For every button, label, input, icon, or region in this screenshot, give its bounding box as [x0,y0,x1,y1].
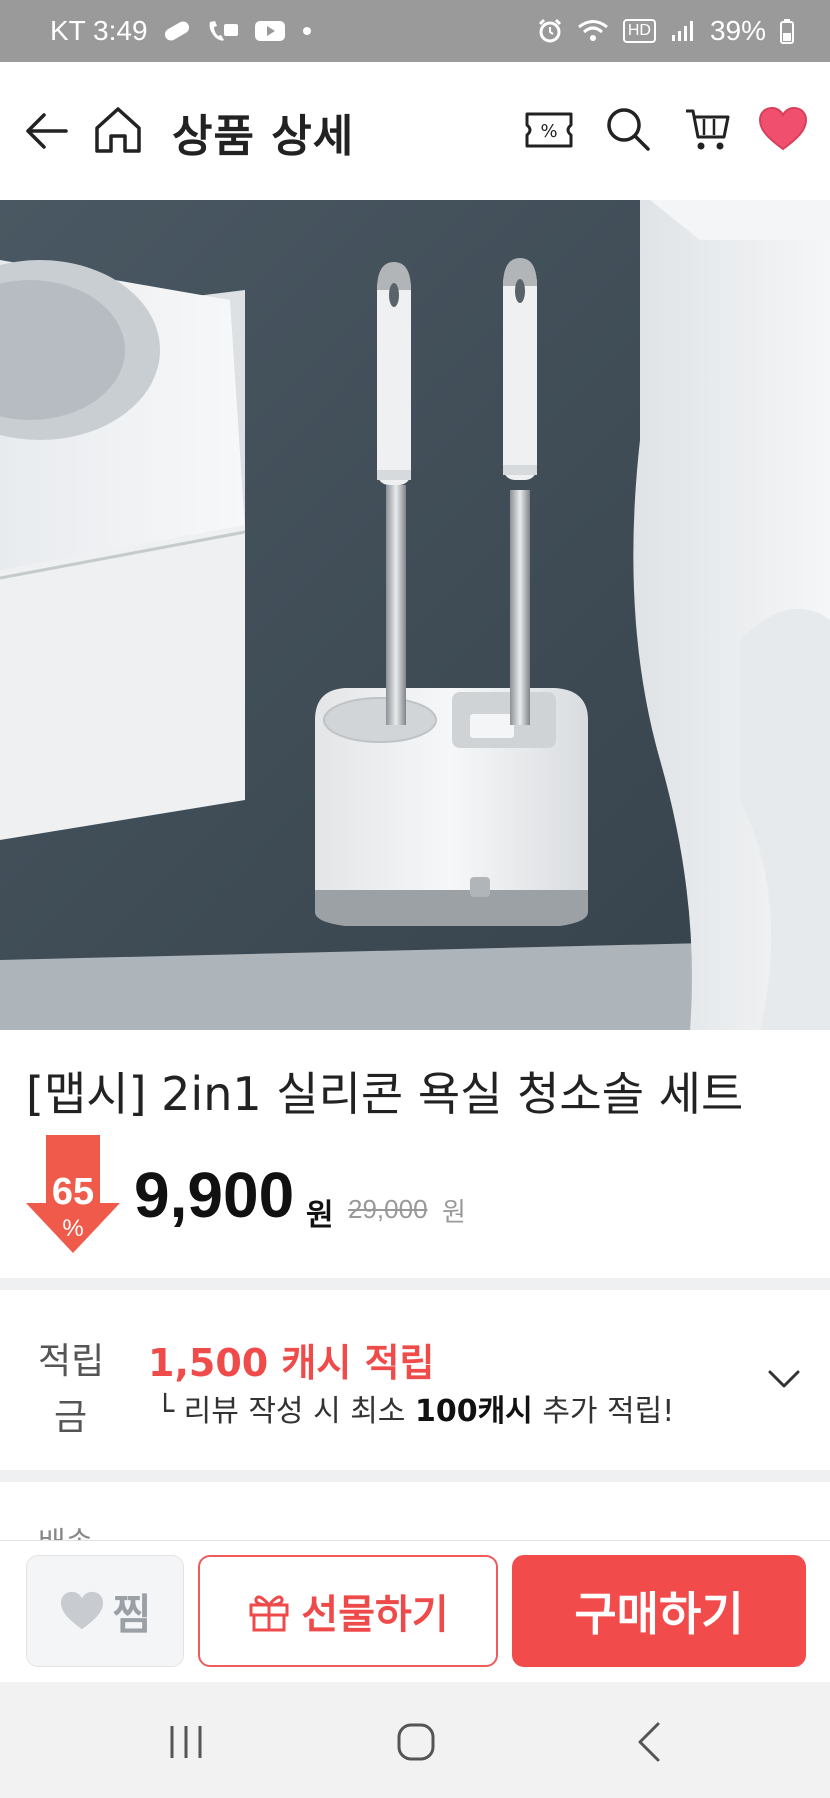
battery-icon [780,18,794,44]
signal-icon [670,19,696,43]
chevron-down-icon[interactable] [766,1364,802,1394]
hd-icon: HD [622,19,656,43]
home-icon[interactable] [92,104,144,156]
back-arrow-icon[interactable] [22,107,70,155]
buy-label: 구매하기 [574,1587,744,1641]
battery-text: 39% [709,15,766,46]
cash-note-suffix: 추가 적립! [532,1394,675,1429]
section-divider [0,1470,830,1482]
notification-dot-icon [300,24,314,38]
cash-note-bold: 100캐시 [414,1394,533,1429]
search-icon[interactable] [604,105,652,153]
sale-price: 9,900 [134,1159,295,1231]
status-time: KT 3:49 [50,15,148,46]
heart-icon [60,1591,103,1630]
product-title: [맵시] 2in1 실리콘 욕실 청소솔 세트 [26,1067,744,1121]
shipping-label: 배송 [38,1518,93,1542]
alarm-icon [537,18,563,44]
recent-apps-icon[interactable] [166,1722,206,1762]
status-left: KT 3:49 [50,15,314,47]
discount-percent-sign: % [62,1215,84,1242]
wish-label: 찜 [112,1589,152,1639]
section-divider [0,1278,830,1290]
cash-label-line2: 금 [54,1397,88,1438]
wish-button[interactable]: 찜 [26,1555,184,1667]
gift-label: 선물하기 [301,1592,449,1638]
cart-icon[interactable] [684,105,730,153]
home-nav-icon[interactable] [396,1722,436,1762]
status-bar: KT 3:49 HD 39% [0,0,830,62]
pill-icon [162,20,192,42]
gift-icon [249,1595,289,1632]
cash-note-prefix: └ 리뷰 작성 시 최소 [156,1394,415,1429]
top-app-bar: 상품 상세 % [0,62,830,200]
page-title: 상품 상세 [172,111,355,162]
discount-value: 65 [51,1171,95,1213]
discount-badge: 65 % [26,1135,120,1253]
sale-price-unit: 원 [306,1198,334,1233]
coupon-icon[interactable]: % [524,108,574,152]
cash-label-line1: 적립 [38,1341,105,1382]
gift-button[interactable]: 선물하기 [198,1555,498,1667]
buy-button[interactable]: 구매하기 [512,1555,806,1667]
call-wifi-icon [206,18,240,44]
system-nav-bar [0,1682,830,1798]
wishlist-heart-icon[interactable] [758,106,808,152]
wifi-icon [577,18,609,44]
coupon-percent: % [540,121,557,142]
cash-amount: 1,500 캐시 적립 [148,1341,435,1385]
back-nav-icon[interactable] [634,1720,664,1764]
original-price-unit: 원 [442,1198,466,1228]
status-right: HD 39% [537,15,794,47]
youtube-icon [254,19,286,43]
bottom-action-bar: 찜 선물하기 구매하기 [0,1540,830,1682]
original-price: 29,000 [348,1194,428,1224]
product-image[interactable] [0,200,830,1030]
cash-review-note: └ 리뷰 작성 시 최소 100캐시 추가 적립! [156,1386,674,1430]
